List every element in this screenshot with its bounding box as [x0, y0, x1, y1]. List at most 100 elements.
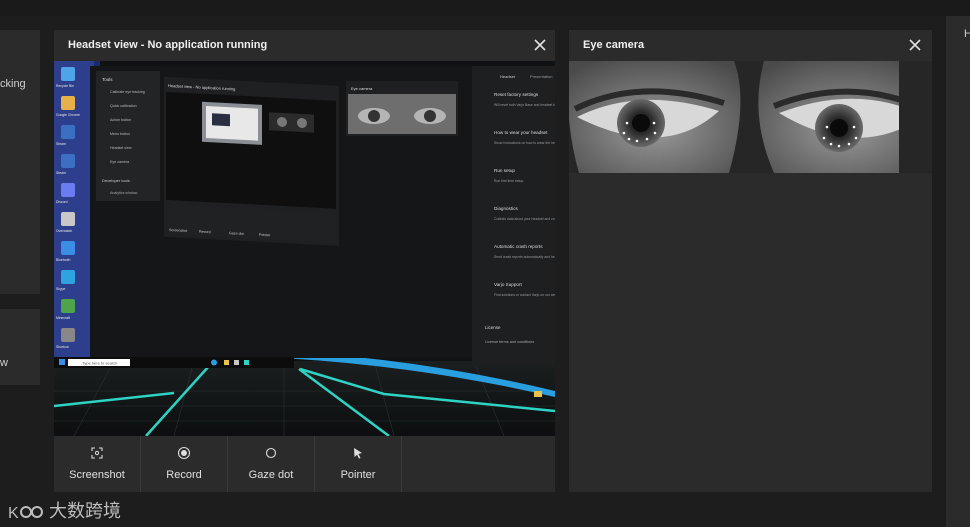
top-bar	[0, 0, 970, 16]
glint-dot	[854, 136, 858, 140]
right-panel-label: H	[964, 28, 970, 40]
glint-dot	[852, 125, 856, 129]
vr-tools-heading: Tools	[102, 77, 113, 82]
watermark-text: 大数跨境	[49, 501, 122, 521]
inner-headset-window: Headset view - No application running	[164, 76, 339, 246]
desktop-icon-label: Steam	[56, 142, 66, 146]
left-panel-bottom: w	[0, 309, 40, 385]
desktop-icon-label: Minecraft	[56, 316, 70, 320]
pointer-label: Pointer	[340, 469, 376, 481]
glint-dot	[625, 121, 629, 125]
watermark-logo-icon: K	[8, 505, 43, 522]
inner-toolbar-label: Pointer	[259, 233, 271, 238]
vr-settings-section-title: Diagnostics	[494, 206, 518, 211]
desktop-icon-label: Discord	[56, 200, 68, 204]
vr-scene: Recycle Bin Google Chrome Steam Steam Discor…	[54, 61, 555, 436]
desktop-icon	[61, 96, 75, 110]
vr-settings-section-desc: Show instructions on how to wear the hea…	[494, 141, 555, 145]
pointer-button[interactable]: Pointer	[315, 436, 402, 492]
inner-toolbar-label: Record	[199, 230, 211, 235]
desktop-icon-label: Google Chrome	[56, 113, 80, 117]
desktop-icon	[61, 241, 75, 255]
vr-tools-item: Calibrate eye tracking	[110, 90, 145, 94]
headset-view-title: Headset view - No application running	[68, 39, 268, 51]
vr-license-desc: License terms and conditions	[485, 340, 534, 344]
desktop-icon	[61, 67, 75, 81]
glint-dot	[837, 144, 841, 148]
vr-tools-item: Headset view	[110, 146, 132, 150]
eye-camera-feed	[569, 61, 932, 173]
vr-settings-tab: Presentation	[530, 74, 552, 79]
close-icon	[909, 39, 921, 51]
headset-viewport[interactable]: Recycle Bin Google Chrome Steam Steam Discor…	[54, 61, 555, 436]
vr-settings-section-title: How to wear your headset	[494, 130, 548, 135]
inner-eye-title: Eye camera	[351, 86, 373, 91]
glint-dot	[847, 142, 851, 146]
glint-dot	[822, 136, 826, 140]
gaze-dot-label: Gaze dot	[248, 469, 294, 481]
desktop-icon	[61, 270, 75, 284]
vr-license-title: License	[485, 325, 501, 330]
eye-camera-window: Eye camera	[569, 30, 932, 492]
left-panel-top: cking	[0, 30, 40, 294]
glint-dot	[652, 121, 656, 125]
vr-dev-heading: Developer tools	[102, 178, 130, 183]
glint-dot	[627, 137, 631, 141]
vr-settings-section-title: Reset factory settings	[494, 92, 539, 97]
desktop-icon-label: Bluetooth	[56, 258, 70, 262]
vr-settings-section-desc: Find solutions or contact Varjo on our w…	[494, 293, 555, 297]
gaze-dot-button[interactable]: Gaze dot	[228, 436, 315, 492]
headset-close-button[interactable]	[531, 36, 549, 54]
screenshot-label: Screenshot	[69, 469, 125, 481]
eye-camera-close-button[interactable]	[906, 36, 924, 54]
eye-camera-title: Eye camera	[583, 39, 645, 51]
desktop-icon-label: Overwatch	[56, 229, 72, 233]
desktop-icon-label: Steam	[56, 171, 66, 175]
watermark: K 大数跨境	[8, 497, 121, 523]
vr-settings-section-title: Run setup	[494, 168, 515, 173]
vr-tools-item: Action button	[110, 118, 131, 122]
screenshot-icon	[91, 447, 103, 459]
vr-tools-item: Eye camera	[110, 160, 129, 164]
desktop-icon	[61, 212, 75, 226]
glint-dot	[635, 139, 639, 143]
vr-settings-tab: Headset	[500, 74, 516, 79]
right-panel: H	[946, 16, 970, 527]
vr-settings-section-title: Varjo Support	[494, 282, 522, 287]
glint-dot	[653, 131, 657, 135]
close-icon	[534, 39, 546, 51]
headset-toolbar: Screenshot Record Gaze dot Pointer	[54, 436, 555, 492]
record-button[interactable]: Record	[141, 436, 228, 492]
desktop-icon-label: Shortcut	[56, 345, 69, 349]
glint-dot	[645, 137, 649, 141]
inner-toolbar-label: Gaze dot	[229, 231, 244, 236]
vr-settings-section-desc: Run first time setup.	[494, 179, 524, 183]
vr-settings-section-title: Automatic crash reports	[494, 244, 543, 249]
glint-dot	[829, 142, 833, 146]
glint-dot	[825, 125, 829, 129]
eye-camera-image	[569, 61, 932, 173]
desktop-icon	[61, 125, 75, 139]
desktop-icon-label: Skype	[56, 287, 66, 291]
desktop-icon-label: Recycle Bin	[56, 84, 74, 88]
desktop-icon	[61, 328, 75, 342]
vr-settings-section-desc: Will reset both Varjo Base and headset t…	[494, 103, 555, 107]
vr-tools-item: Menu button	[110, 132, 130, 136]
desktop-icon	[61, 154, 75, 168]
vr-dev-item: Analytics window	[110, 191, 138, 195]
vr-settings-panel	[472, 66, 555, 366]
record-icon	[177, 446, 191, 460]
vr-tools-item: Quick calibration	[110, 104, 137, 108]
left-panel-label: cking	[0, 78, 26, 90]
desktop-icon	[61, 183, 75, 197]
record-label: Record	[166, 469, 202, 481]
left-panel-bottom-label: w	[0, 357, 8, 369]
vr-settings-section-desc: Collects data about your headset and com…	[494, 217, 555, 221]
pointer-icon	[354, 448, 362, 459]
svg-text:K: K	[8, 505, 19, 522]
screenshot-button[interactable]: Screenshot	[54, 436, 141, 492]
vr-taskbar-search: Type here to search	[82, 361, 117, 366]
vr-settings-section-desc: Send crash reports automatically and hel…	[494, 255, 555, 259]
gaze-dot-icon	[265, 447, 277, 459]
headset-view-window: Headset view - No application running Re…	[54, 30, 555, 492]
